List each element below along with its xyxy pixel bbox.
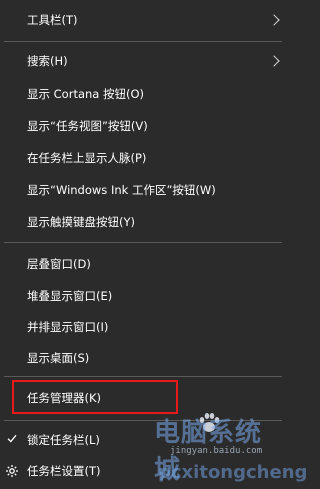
menu-item-label: 在任务栏上显示人脉(P) bbox=[27, 151, 147, 165]
menu-item-show-people[interactable]: 在任务栏上显示人脉(P) bbox=[0, 140, 286, 176]
gear-icon bbox=[5, 464, 19, 478]
menu-item-show-desktop[interactable]: 显示桌面(S) bbox=[0, 340, 286, 376]
menu-item-label: 锁定任务栏(L) bbox=[27, 433, 100, 447]
menu-item-show-cortana[interactable]: 显示 Cortana 按钮(O) bbox=[0, 76, 286, 112]
menu-item-label: 显示触摸键盘按钮(Y) bbox=[27, 215, 135, 229]
menu-item-label: 显示“任务视图”按钮(V) bbox=[27, 119, 148, 133]
menu-item-label: 工具栏(T) bbox=[27, 13, 78, 27]
checkmark-icon bbox=[7, 434, 17, 447]
menu-item-show-touch-keyboard[interactable]: 显示触摸键盘按钮(Y) bbox=[0, 204, 286, 240]
menu-item-label: 堆叠显示窗口(E) bbox=[27, 289, 113, 303]
menu-item-search[interactable]: 搜索(H) bbox=[0, 43, 286, 79]
menu-item-label: 并排显示窗口(I) bbox=[27, 320, 109, 334]
menu-item-taskbar-settings[interactable]: 任务栏设置(T) bbox=[0, 453, 286, 489]
menu-item-label: 显示桌面(S) bbox=[27, 351, 90, 365]
menu-item-label: 层叠窗口(D) bbox=[27, 257, 91, 271]
chevron-right-icon bbox=[268, 14, 280, 26]
menu-item-label: 搜索(H) bbox=[27, 54, 68, 68]
menu-item-show-task-view[interactable]: 显示“任务视图”按钮(V) bbox=[0, 108, 286, 144]
menu-item-show-windows-ink[interactable]: 显示“Windows Ink 工作区”按钮(W) bbox=[0, 172, 286, 208]
menu-item-label: 任务栏设置(T) bbox=[27, 464, 101, 478]
menu-separator bbox=[4, 41, 282, 42]
menu-separator bbox=[4, 420, 282, 421]
menu-item-cascade-windows[interactable]: 层叠窗口(D) bbox=[0, 246, 286, 282]
menu-item-label: 显示 Cortana 按钮(O) bbox=[27, 87, 145, 101]
menu-item-toolbars[interactable]: 工具栏(T) bbox=[0, 2, 286, 38]
menu-separator bbox=[4, 242, 282, 243]
taskbar-context-menu: 工具栏(T) 搜索(H) 显示 Cortana 按钮(O) 显示“任务视图”按钮… bbox=[0, 0, 307, 489]
menu-item-label: 显示“Windows Ink 工作区”按钮(W) bbox=[27, 183, 216, 197]
menu-separator bbox=[4, 376, 282, 377]
chevron-right-icon bbox=[268, 55, 280, 67]
highlight-box bbox=[12, 380, 178, 414]
